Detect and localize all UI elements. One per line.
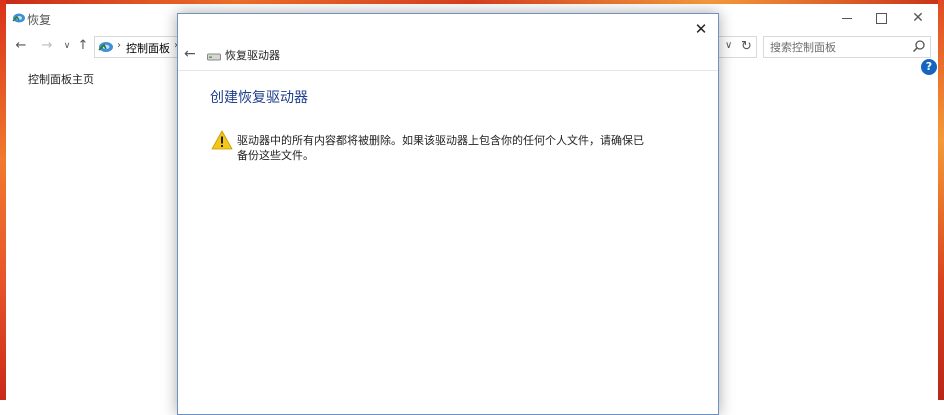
window-title: 恢复 — [27, 13, 52, 27]
search-icon[interactable] — [912, 39, 926, 53]
close-icon: ✕ — [912, 10, 924, 26]
maximize-icon — [875, 12, 887, 24]
warning-message: 驱动器中的所有内容都将被删除。如果该驱动器上包含你的任何个人文件，请确保已备份这… — [237, 134, 644, 162]
page-heading: 创建恢复驱动器 — [210, 90, 308, 106]
minimize-icon — [842, 17, 852, 19]
breadcrumb-separator-icon[interactable]: › — [117, 40, 121, 51]
recovery-app-icon — [12, 13, 25, 23]
dialog-title: 恢复驱动器 — [225, 49, 280, 62]
search-box[interactable] — [763, 36, 931, 58]
desktop-wallpaper-right — [938, 0, 944, 400]
dialog-close-button[interactable]: ✕ — [688, 17, 714, 41]
back-button[interactable]: ← — [12, 37, 30, 55]
up-button[interactable]: ↑ — [74, 37, 92, 55]
help-icon[interactable]: ? — [921, 59, 937, 75]
forward-button[interactable]: → — [38, 37, 56, 55]
back-arrow-icon[interactable]: ← — [184, 46, 196, 62]
address-bar-end: ∨ ↻ — [718, 36, 757, 58]
address-bar[interactable]: › 控制面板 › — [94, 36, 185, 58]
address-dropdown-icon[interactable]: ∨ — [725, 40, 732, 51]
control-panel-home-link[interactable]: 控制面板主页 — [28, 71, 94, 87]
close-window-button[interactable]: ✕ — [895, 4, 941, 32]
warning-icon — [211, 130, 233, 150]
breadcrumb-control-panel[interactable]: 控制面板 — [126, 40, 170, 56]
search-input[interactable] — [770, 39, 900, 55]
control-panel-icon — [98, 42, 113, 52]
header-divider — [178, 70, 718, 71]
drive-icon — [207, 53, 221, 61]
recovery-drive-dialog: ✕ ← 恢复驱动器 创建恢复驱动器 驱动器中的所有内容都将被删除。如果该驱动器上… — [177, 13, 719, 415]
dialog-header: ← 恢复驱动器 — [178, 42, 718, 70]
close-icon: ✕ — [694, 20, 708, 38]
refresh-icon[interactable]: ↻ — [741, 39, 752, 54]
